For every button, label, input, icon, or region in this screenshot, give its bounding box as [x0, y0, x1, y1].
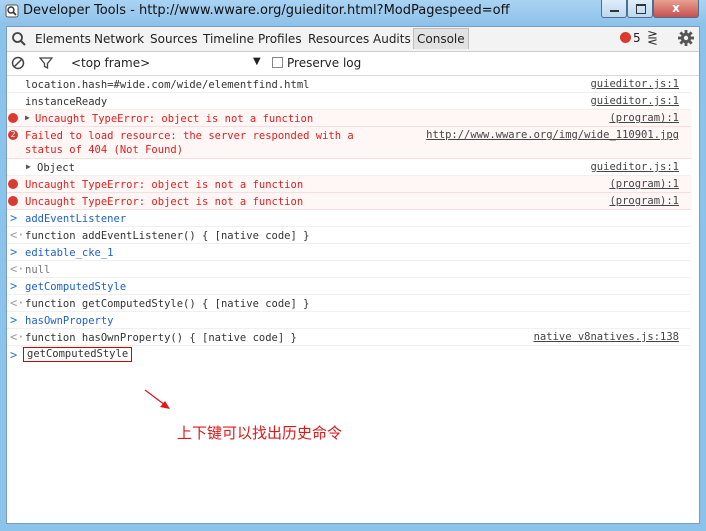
minimize-button[interactable] — [601, 0, 627, 18]
prompt-icon: > — [10, 279, 18, 293]
source-link[interactable]: guieditor.js:1 — [590, 161, 679, 173]
source-link[interactable]: guieditor.js:1 — [590, 95, 679, 107]
source-link[interactable]: http://www.wware.org/img/wide_110901.jpg — [426, 129, 679, 141]
console-message: ▶ Object guieditor.js:1 — [7, 159, 691, 176]
result-text: null — [25, 264, 51, 276]
message-text: Uncaught TypeError: object is not a func… — [25, 179, 304, 191]
preserve-log-checkbox[interactable] — [272, 57, 283, 68]
expand-arrow-icon[interactable]: ▶ — [25, 113, 30, 122]
console-message: location.hash=#wide.com/wide/elementfind… — [7, 76, 691, 93]
console-result: <· function getComputedStyle() { [native… — [7, 295, 691, 312]
console-result: <· function addEventListener() { [native… — [7, 227, 691, 244]
console-result: <· function hasOwnProperty() { [native c… — [7, 329, 691, 346]
error-icon — [8, 179, 18, 189]
result-text: function hasOwnProperty() { [native code… — [25, 332, 297, 344]
result-arrow-icon: <· — [10, 330, 25, 344]
tab-bar: Elements Network Sources Timeline Profil… — [7, 27, 699, 52]
error-icon — [8, 113, 18, 123]
tab-resources[interactable]: Resources — [308, 32, 369, 46]
tab-elements[interactable]: Elements — [35, 32, 91, 46]
error-count-icon[interactable] — [620, 32, 631, 43]
chevron-down-icon[interactable]: ▼ — [253, 56, 261, 67]
clear-console-icon[interactable] — [11, 56, 25, 70]
message-text: Uncaught TypeError: object is not a func… — [25, 196, 304, 208]
console-error: Uncaught TypeError: object is not a func… — [7, 176, 691, 193]
annotation-text: 上下键可以找出历史命令 — [177, 424, 343, 442]
prompt-icon: > — [10, 313, 18, 327]
filter-icon[interactable] — [39, 56, 53, 70]
source-link[interactable]: (program):1 — [609, 195, 679, 207]
source-link[interactable]: (program):1 — [609, 178, 679, 190]
show-drawer-icon[interactable]: ⋛ — [647, 31, 658, 46]
error-repeat-badge: 2 — [8, 130, 18, 140]
console-command: > editable_cke_1 — [7, 244, 691, 261]
tab-network[interactable]: Network — [94, 32, 144, 46]
console-result: <· null — [7, 261, 691, 278]
devtools-panel: Elements Network Sources Timeline Profil… — [6, 26, 700, 524]
result-text: function addEventListener() { [native co… — [25, 230, 310, 242]
message-text: Uncaught TypeError: object is not a func… — [35, 113, 314, 125]
message-text: Failed to load resource: the server resp… — [25, 130, 354, 156]
prompt-icon: > — [10, 348, 18, 362]
console-prompt-line: > getComputedStyle — [7, 346, 691, 364]
console-command: > addEventListener — [7, 210, 691, 227]
prompt-icon: > — [10, 211, 18, 225]
tab-timeline[interactable]: Timeline — [203, 32, 254, 46]
tab-sources[interactable]: Sources — [150, 32, 197, 46]
console-output: location.hash=#wide.com/wide/elementfind… — [7, 76, 699, 523]
close-button[interactable]: x — [653, 0, 699, 18]
devtools-app-icon — [5, 4, 19, 18]
gear-icon[interactable] — [677, 29, 695, 47]
console-filter-bar: <top frame> ▼ Preserve log — [7, 52, 699, 76]
message-text: location.hash=#wide.com/wide/elementfind… — [25, 79, 310, 91]
annotation-arrow-icon — [144, 389, 170, 409]
source-link[interactable]: native v8natives.js:138 — [534, 331, 679, 343]
console-command: > hasOwnProperty — [7, 312, 691, 329]
command-text: editable_cke_1 — [25, 247, 114, 259]
close-icon: x — [672, 1, 680, 15]
command-text: hasOwnProperty — [25, 315, 114, 327]
result-arrow-icon: <· — [10, 228, 25, 242]
frame-selector[interactable]: <top frame> — [71, 56, 150, 70]
console-error: 2 Failed to load resource: the server re… — [7, 127, 691, 159]
command-text: getComputedStyle — [25, 281, 127, 293]
result-arrow-icon: <· — [10, 262, 25, 276]
command-text: addEventListener — [25, 213, 127, 225]
tab-profiles[interactable]: Profiles — [258, 32, 302, 46]
error-count[interactable]: 5 — [633, 31, 641, 45]
console-error: Uncaught TypeError: object is not a func… — [7, 193, 691, 210]
window-titlebar: Developer Tools - http://www.wware.org/g… — [0, 0, 706, 24]
console-error: Uncaught TypeError: object is not a func… — [7, 110, 691, 127]
tab-console[interactable]: Console — [413, 28, 469, 49]
maximize-button[interactable] — [627, 0, 653, 18]
source-link[interactable]: guieditor.js:1 — [590, 78, 679, 90]
result-arrow-icon: <· — [10, 296, 25, 310]
console-message: instanceReady guieditor.js:1 — [7, 93, 691, 110]
object-label[interactable]: Object — [37, 161, 75, 175]
preserve-log-label[interactable]: Preserve log — [287, 56, 361, 70]
console-input[interactable]: getComputedStyle — [23, 347, 133, 362]
source-link[interactable]: (program):1 — [609, 112, 679, 124]
console-command: > getComputedStyle — [7, 278, 691, 295]
error-icon — [8, 196, 18, 206]
prompt-icon: > — [10, 245, 18, 259]
message-text: instanceReady — [25, 96, 108, 108]
window-title: Developer Tools - http://www.wware.org/g… — [23, 3, 510, 18]
search-icon[interactable] — [11, 31, 27, 47]
tab-audits[interactable]: Audits — [373, 32, 411, 46]
expand-arrow-icon[interactable]: ▶ — [26, 162, 31, 171]
result-text: function getComputedStyle() { [native co… — [25, 298, 310, 310]
